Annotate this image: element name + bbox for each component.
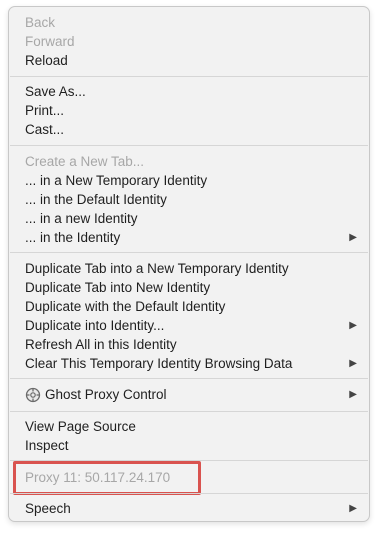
menu-separator [10, 493, 368, 494]
menu-item-label: Save As... [25, 84, 86, 99]
menu-separator [10, 411, 368, 412]
menu-item-label: Cast... [25, 122, 65, 137]
menu-header-label: Create a New Tab... [25, 154, 145, 169]
menu-item-duplicate-new-identity[interactable]: Duplicate Tab into New Identity [25, 278, 359, 297]
ghost-proxy-icon [25, 387, 41, 403]
menu-item-duplicate-temporary[interactable]: Duplicate Tab into a New Temporary Ident… [25, 259, 359, 278]
menu-item-forward[interactable]: Forward [25, 32, 359, 51]
menu-header-create-new-tab: Create a New Tab... [25, 152, 359, 171]
menu-item-label: Reload [25, 53, 68, 68]
menu-item-view-page-source[interactable]: View Page Source [25, 417, 359, 436]
menu-separator [10, 145, 368, 146]
menu-item-default-identity[interactable]: ... in the Default Identity [25, 190, 359, 209]
menu-item-clear-browsing-data[interactable]: Clear This Temporary Identity Browsing D… [25, 354, 359, 373]
menu-item-label: Forward [25, 34, 75, 49]
submenu-arrow-icon: ▶ [349, 320, 357, 331]
menu-item-ghost-proxy-control[interactable]: Ghost Proxy Control ▶ [25, 385, 359, 404]
menu-item-reload[interactable]: Reload [25, 51, 359, 70]
menu-item-cast[interactable]: Cast... [25, 120, 359, 139]
menu-item-label: ... in the Identity [25, 230, 121, 245]
menu-item-label: Duplicate Tab into New Identity [25, 280, 211, 295]
menu-item-label: ... in a new Identity [25, 211, 138, 226]
menu-item-label: Duplicate Tab into a New Temporary Ident… [25, 261, 289, 276]
menu-item-duplicate-default[interactable]: Duplicate with the Default Identity [25, 297, 359, 316]
submenu-arrow-icon: ▶ [349, 358, 357, 369]
menu-item-label: Speech [25, 501, 71, 516]
menu-item-label: Print... [25, 103, 65, 118]
menu-item-back[interactable]: Back [25, 13, 359, 32]
submenu-arrow-icon: ▶ [349, 389, 357, 400]
menu-item-new-temporary-identity[interactable]: ... in a New Temporary Identity [25, 171, 359, 190]
menu-item-label: Clear This Temporary Identity Browsing D… [25, 356, 293, 371]
menu-separator [10, 76, 368, 77]
menu-item-in-the-identity[interactable]: ... in the Identity ▶ [25, 228, 359, 247]
menu-item-label: ... in the Default Identity [25, 192, 167, 207]
menu-item-new-identity[interactable]: ... in a new Identity [25, 209, 359, 228]
menu-item-print[interactable]: Print... [25, 101, 359, 120]
submenu-arrow-icon: ▶ [349, 503, 357, 514]
proxy-highlight-box [13, 461, 201, 495]
menu-item-label: Duplicate into Identity... [25, 318, 165, 333]
menu-item-label: Inspect [25, 438, 69, 453]
menu-item-label: ... in a New Temporary Identity [25, 173, 208, 188]
menu-item-refresh-all[interactable]: Refresh All in this Identity [25, 335, 359, 354]
menu-item-label: Refresh All in this Identity [25, 337, 177, 352]
menu-item-label: Duplicate with the Default Identity [25, 299, 226, 314]
context-menu: Back Forward Reload Save As... Print... … [8, 6, 370, 522]
menu-item-inspect[interactable]: Inspect [25, 436, 359, 455]
menu-item-save-as[interactable]: Save As... [25, 82, 359, 101]
menu-separator [10, 252, 368, 253]
menu-item-label: View Page Source [25, 419, 136, 434]
menu-item-speech[interactable]: Speech ▶ [25, 499, 359, 518]
menu-item-duplicate-into-identity[interactable]: Duplicate into Identity... ▶ [25, 316, 359, 335]
menu-item-label: Ghost Proxy Control [45, 387, 167, 402]
menu-item-label: Back [25, 15, 56, 30]
submenu-arrow-icon: ▶ [349, 232, 357, 243]
menu-separator [10, 378, 368, 379]
